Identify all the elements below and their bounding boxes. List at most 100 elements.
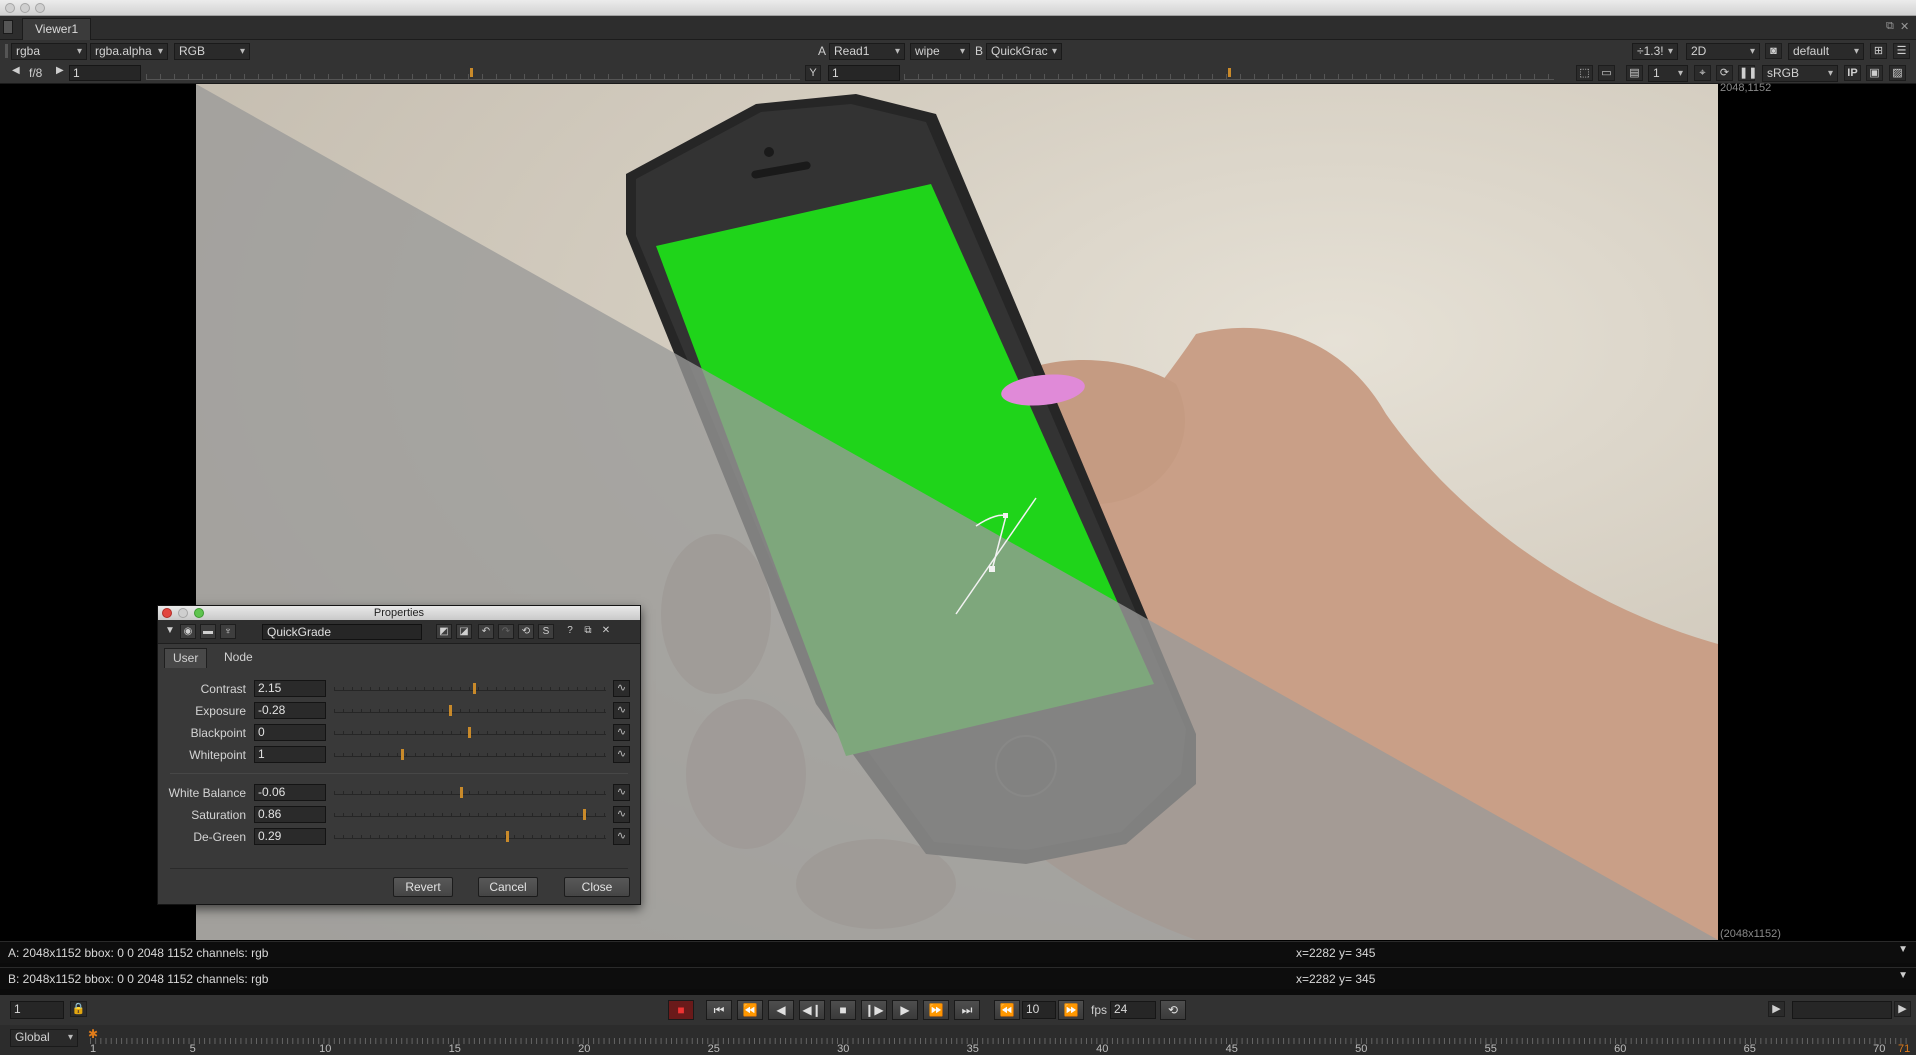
gamma-label[interactable]: Y	[805, 65, 821, 81]
channels-dropdown[interactable]: rgba	[11, 43, 87, 60]
clip-warning-icon[interactable]: ▣	[1866, 65, 1883, 81]
viewer-menu-icon[interactable]: ☰	[1893, 43, 1910, 59]
param-slider[interactable]	[334, 683, 606, 694]
colorspace-dropdown[interactable]: sRGB	[1762, 65, 1838, 82]
revert-button[interactable]: Revert	[393, 877, 453, 897]
float-pane-icon[interactable]: ⧉	[1886, 20, 1894, 33]
tab-node[interactable]: Node	[216, 648, 261, 668]
input-process-button[interactable]: IP	[1844, 65, 1861, 81]
zoom-window-button[interactable]	[35, 3, 45, 13]
camera-node-icon[interactable]: ▬	[200, 624, 216, 639]
timeline[interactable]: Global ✱ 1 5 10 15 20 25 30 35 40 45 50 55 60 65 70 7…	[0, 1025, 1916, 1055]
cancel-button[interactable]: Cancel	[478, 877, 538, 897]
revert-icon[interactable]: ⟲	[518, 624, 534, 639]
skip-forward-button[interactable]: ⏩	[1058, 1000, 1084, 1020]
input-a-dropdown[interactable]: Read1	[829, 43, 905, 60]
fstop-decrease-icon[interactable]: ◀	[12, 65, 20, 76]
roi-icon[interactable]: ⬚	[1576, 65, 1593, 81]
proxy-icon[interactable]: ▤	[1626, 65, 1643, 81]
undo-icon[interactable]: ↶	[478, 624, 494, 639]
wipe-icon[interactable]: ▨	[1889, 65, 1906, 81]
grid-settings-icon[interactable]: ⊞	[1870, 43, 1887, 59]
minimize-properties-icon[interactable]	[178, 608, 188, 618]
param-value-field[interactable]: 0.86	[254, 806, 326, 823]
play-forward-button[interactable]: ▶	[892, 1000, 918, 1020]
timeline-scope-dropdown[interactable]: Global	[10, 1029, 78, 1047]
gain-slider-knob[interactable]	[470, 68, 473, 77]
step-back-button[interactable]: ◀❙	[799, 1000, 825, 1020]
target-icon[interactable]: ⌖	[1694, 65, 1711, 81]
timeline-track[interactable]	[90, 1038, 1910, 1044]
close-button[interactable]: Close	[564, 877, 630, 897]
pause-icon[interactable]: ❚❚	[1738, 65, 1757, 81]
info-a-expand-icon[interactable]: ▼	[1898, 944, 1908, 955]
playhead-marker-icon[interactable]: ✱	[88, 1027, 98, 1041]
param-value-field[interactable]: -0.28	[254, 702, 326, 719]
first-frame-button[interactable]: ⏮	[706, 1000, 732, 1020]
param-slider[interactable]	[334, 787, 606, 798]
param-slider[interactable]	[334, 831, 606, 842]
gamma-field[interactable]: 1	[828, 65, 900, 81]
zoom-dropdown[interactable]: ÷1.3!	[1632, 43, 1678, 60]
tab-viewer1[interactable]: Viewer1	[22, 18, 92, 40]
curve-editor-icon[interactable]: ∿	[613, 724, 630, 741]
color-chip-2-icon[interactable]: ◪	[456, 624, 472, 639]
param-value-field[interactable]: 0.29	[254, 828, 326, 845]
param-slider[interactable]	[334, 809, 606, 820]
param-value-field[interactable]: 0	[254, 724, 326, 741]
param-slider-knob[interactable]	[583, 809, 587, 820]
camera-icon[interactable]: ◙	[1765, 43, 1782, 59]
info-b-expand-icon[interactable]: ▼	[1898, 970, 1908, 981]
gain-slider[interactable]	[146, 68, 800, 80]
fstop-increase-icon[interactable]: ▶	[56, 65, 64, 76]
proxy-dropdown[interactable]: 1	[1648, 65, 1688, 82]
next-keyframe-button[interactable]: ⏩	[923, 1000, 949, 1020]
stop-button[interactable]: ■	[830, 1000, 856, 1020]
wipe-handle[interactable]	[936, 494, 1056, 624]
frame-range-field[interactable]	[1792, 1001, 1892, 1019]
curve-editor-icon[interactable]: ∿	[613, 806, 630, 823]
node-color-icon[interactable]: ◉	[180, 624, 196, 639]
record-button[interactable]: ■	[668, 1000, 694, 1020]
param-value-field[interactable]: -0.06	[254, 784, 326, 801]
compare-mode-dropdown[interactable]: wipe	[910, 43, 970, 60]
curve-editor-icon[interactable]: ∿	[613, 746, 630, 763]
view-mode-dropdown[interactable]: 2D	[1686, 43, 1760, 60]
properties-titlebar[interactable]: Properties	[158, 606, 640, 620]
tab-user[interactable]: User	[164, 648, 208, 668]
close-node-icon[interactable]: ✕	[598, 624, 614, 639]
properties-panel[interactable]: Properties ▼ ◉ ▬ ♆ QuickGrade ◩ ◪ ↶ ↷ ⟲ …	[157, 605, 641, 905]
refresh-icon[interactable]: ⟳	[1716, 65, 1733, 81]
safe-area-icon[interactable]: ▭	[1598, 65, 1615, 81]
curve-editor-icon[interactable]: ∿	[613, 828, 630, 845]
play-range-icon[interactable]: ▶	[1894, 1001, 1911, 1017]
param-value-field[interactable]: 1	[254, 746, 326, 763]
skip-back-button[interactable]: ⏪	[994, 1000, 1020, 1020]
pane-menu-icon[interactable]	[3, 20, 13, 34]
param-slider-knob[interactable]	[505, 831, 509, 842]
color-chip-icon[interactable]: ◩	[436, 624, 452, 639]
param-value-field[interactable]: 2.15	[254, 680, 326, 697]
minimize-window-button[interactable]	[20, 3, 30, 13]
close-pane-icon[interactable]: ✕	[1900, 20, 1909, 33]
gamma-slider-knob[interactable]	[1228, 68, 1231, 77]
param-slider[interactable]	[334, 749, 606, 760]
lock-range-icon[interactable]: 🔒	[70, 1001, 87, 1017]
prev-keyframe-button[interactable]: ⏪	[737, 1000, 763, 1020]
lut-dropdown[interactable]: default	[1788, 43, 1864, 60]
close-properties-icon[interactable]	[162, 608, 172, 618]
step-forward-button[interactable]: ❙▶	[861, 1000, 887, 1020]
param-slider[interactable]	[334, 705, 606, 716]
param-slider-knob[interactable]	[459, 787, 463, 798]
flipbook-icon[interactable]: ▶	[1768, 1001, 1785, 1017]
help-icon[interactable]: ?	[562, 624, 578, 639]
collapse-icon[interactable]: ▼	[162, 624, 178, 639]
display-channels-dropdown[interactable]: RGB	[174, 43, 250, 60]
script-icon[interactable]: S	[538, 624, 554, 639]
param-slider-knob[interactable]	[473, 683, 477, 694]
gain-field[interactable]: 1	[69, 65, 141, 81]
last-frame-button[interactable]: ⏭	[954, 1000, 980, 1020]
gamma-slider[interactable]	[904, 68, 1554, 80]
increment-field[interactable]: 10	[1022, 1001, 1056, 1019]
alpha-channel-dropdown[interactable]: rgba.alpha	[90, 43, 168, 60]
